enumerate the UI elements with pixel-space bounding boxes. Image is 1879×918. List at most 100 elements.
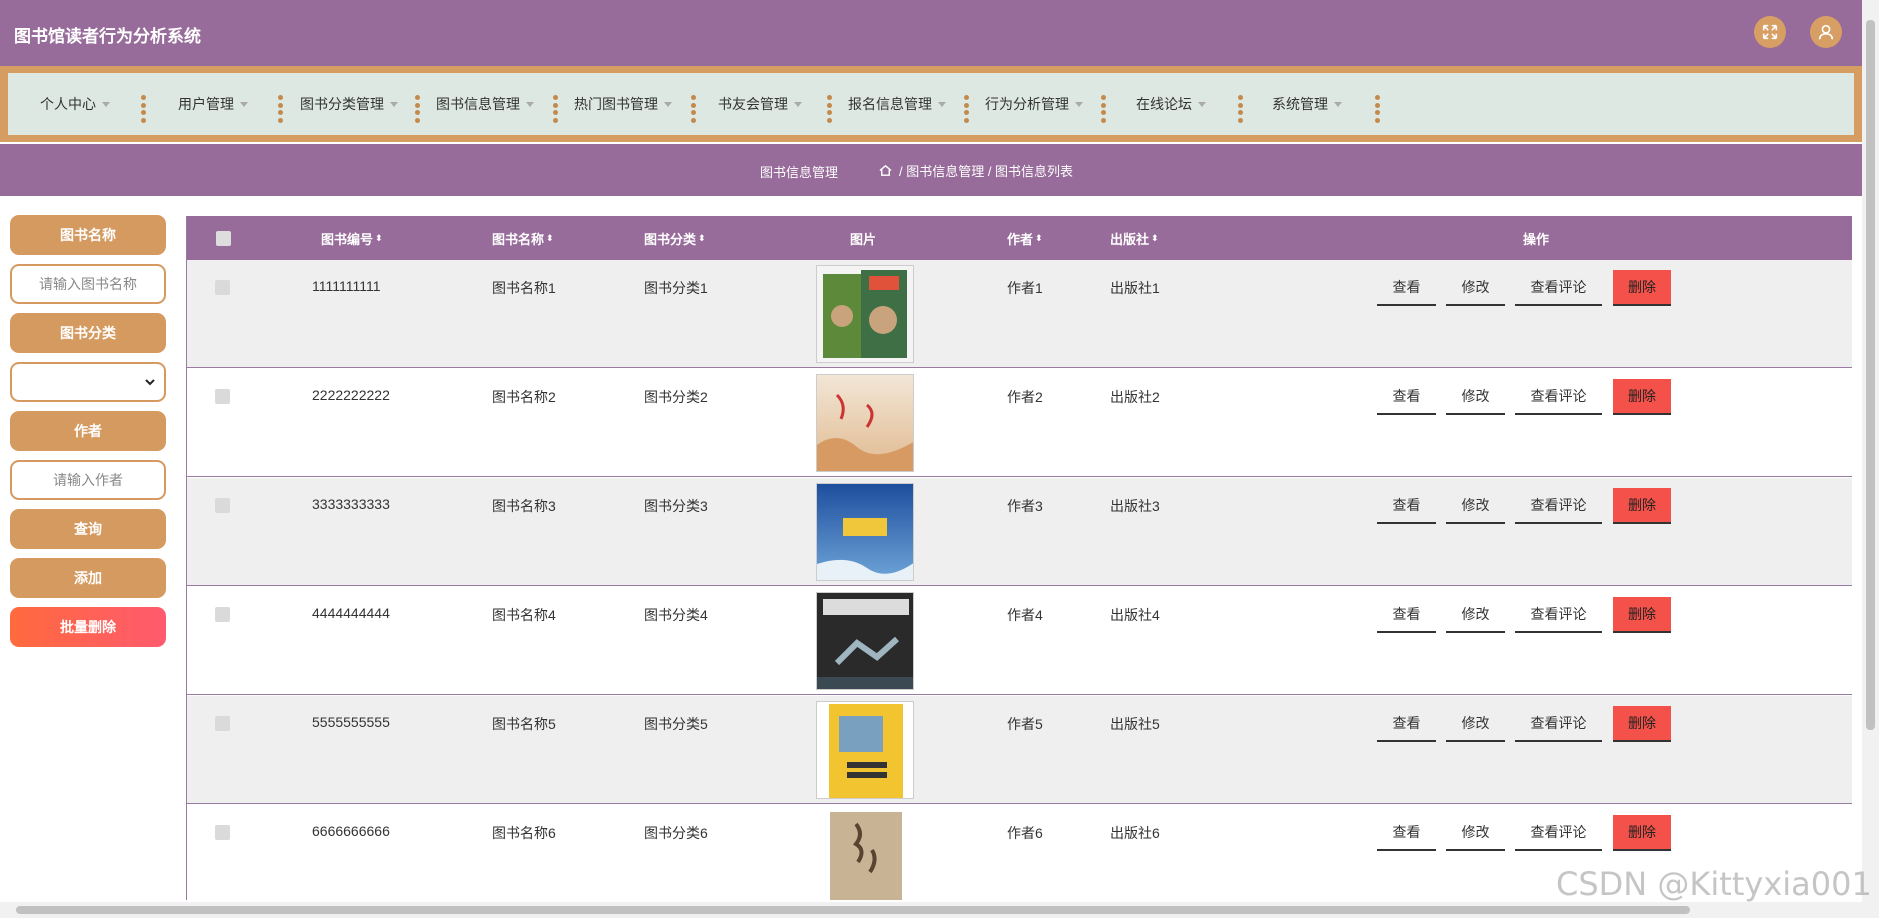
cell-category: 图书分类4 [644, 607, 708, 623]
nav-item-forum[interactable]: 在线论坛 [1136, 73, 1206, 135]
chevron-down-icon [1334, 101, 1342, 107]
nav-separator [1101, 95, 1106, 123]
col-publisher[interactable]: 出版社 ⬍ [1110, 216, 1159, 260]
sort-icon: ⬍ [1151, 232, 1159, 243]
category-select[interactable] [10, 362, 166, 402]
cell-book-no: 6666666666 [312, 823, 390, 839]
delete-button[interactable]: 删除 [1613, 270, 1671, 306]
vertical-scrollbar[interactable] [1862, 0, 1879, 918]
table-row: 3333333333 图书名称3 图书分类3 作者3 出版社3 查看 修改 查看… [187, 478, 1852, 586]
cell-category: 图书分类3 [644, 498, 708, 514]
edit-button[interactable]: 修改 [1446, 270, 1505, 306]
edit-button[interactable]: 修改 [1446, 706, 1505, 742]
view-button[interactable]: 查看 [1377, 706, 1436, 742]
user-button[interactable] [1810, 16, 1842, 48]
view-button[interactable]: 查看 [1377, 488, 1436, 524]
nav-separator [964, 95, 969, 123]
cell-book-name: 图书名称2 [492, 389, 556, 405]
view-button[interactable]: 查看 [1377, 379, 1436, 415]
edit-button[interactable]: 修改 [1446, 379, 1505, 415]
cell-book-no: 2222222222 [312, 387, 390, 403]
add-button[interactable]: 添加 [10, 558, 166, 598]
delete-button[interactable]: 删除 [1613, 597, 1671, 633]
fullscreen-button[interactable] [1754, 16, 1786, 48]
delete-button[interactable]: 删除 [1613, 815, 1671, 851]
book-cover-image [816, 810, 914, 900]
row-checkbox[interactable] [215, 389, 230, 404]
cell-author: 作者5 [1007, 716, 1043, 732]
scrollbar-thumb[interactable] [16, 906, 1690, 914]
cell-book-no: 3333333333 [312, 496, 390, 512]
row-checkbox[interactable] [215, 825, 230, 840]
col-author[interactable]: 作者 ⬍ [1007, 216, 1043, 260]
edit-button[interactable]: 修改 [1446, 488, 1505, 524]
nav-item-book-club[interactable]: 书友会管理 [718, 73, 802, 135]
cell-author: 作者2 [1007, 389, 1043, 405]
cell-publisher: 出版社4 [1110, 607, 1160, 623]
breadcrumb-bar: 图书信息管理 / 图书信息管理 / 图书信息列表 [0, 144, 1862, 196]
row-checkbox[interactable] [215, 607, 230, 622]
breadcrumb-path[interactable]: / 图书信息管理 / 图书信息列表 [899, 161, 1073, 180]
nav-item-hot-books[interactable]: 热门图书管理 [574, 73, 672, 135]
row-checkbox[interactable] [215, 280, 230, 295]
category-label: 图书分类 [10, 313, 166, 353]
nav-separator [691, 95, 696, 123]
query-button[interactable]: 查询 [10, 509, 166, 549]
nav-item-system[interactable]: 系统管理 [1272, 73, 1342, 135]
view-comments-button[interactable]: 查看评论 [1515, 706, 1602, 742]
nav-separator [415, 95, 420, 123]
view-comments-button[interactable]: 查看评论 [1515, 379, 1602, 415]
cell-author: 作者6 [1007, 825, 1043, 841]
delete-button[interactable]: 删除 [1613, 488, 1671, 524]
book-cover-image [816, 483, 914, 581]
horizontal-scrollbar[interactable] [0, 902, 1879, 918]
book-name-label: 图书名称 [10, 215, 166, 255]
view-button[interactable]: 查看 [1377, 597, 1436, 633]
nav-item-behavior-analysis[interactable]: 行为分析管理 [985, 73, 1083, 135]
col-category[interactable]: 图书分类 ⬍ [644, 216, 706, 260]
row-checkbox[interactable] [215, 498, 230, 513]
top-bar: 图书馆读者行为分析系统 [0, 0, 1862, 66]
delete-button[interactable]: 删除 [1613, 706, 1671, 742]
view-button[interactable]: 查看 [1377, 815, 1436, 851]
cell-publisher: 出版社2 [1110, 389, 1160, 405]
table-row: 5555555555 图书名称5 图书分类5 作者5 出版社5 查看 修改 查看… [187, 696, 1852, 804]
chevron-down-icon [526, 101, 534, 107]
scrollbar-thumb[interactable] [1866, 20, 1875, 730]
view-comments-button[interactable]: 查看评论 [1515, 597, 1602, 633]
cell-publisher: 出版社1 [1110, 280, 1160, 296]
table-row: 2222222222 图书名称2 图书分类2 作者2 出版社2 查看 修改 查看… [187, 369, 1852, 477]
book-name-input[interactable]: 请输入图书名称 [10, 264, 166, 304]
nav-item-book-category[interactable]: 图书分类管理 [300, 73, 398, 135]
view-button[interactable]: 查看 [1377, 270, 1436, 306]
nav-item-registration[interactable]: 报名信息管理 [848, 73, 946, 135]
select-all-checkbox[interactable] [216, 231, 231, 246]
delete-button[interactable]: 删除 [1613, 379, 1671, 415]
nav-item-personal[interactable]: 个人中心 [40, 73, 110, 135]
breadcrumb: / 图书信息管理 / 图书信息列表 [878, 161, 1073, 180]
col-book-no[interactable]: 图书编号 ⬍ [321, 216, 383, 260]
batch-delete-button[interactable]: 批量删除 [10, 607, 166, 647]
home-icon[interactable] [878, 163, 893, 178]
view-comments-button[interactable]: 查看评论 [1515, 270, 1602, 306]
row-checkbox[interactable] [215, 716, 230, 731]
author-input[interactable]: 请输入作者 [10, 460, 166, 500]
view-comments-button[interactable]: 查看评论 [1515, 815, 1602, 851]
nav-separator [278, 95, 283, 123]
book-table: 图书编号 ⬍ 图书名称 ⬍ 图书分类 ⬍ 图片 作者 ⬍ 出版社 ⬍ 操作 1111111… [186, 216, 1852, 900]
chevron-down-icon [1075, 101, 1083, 107]
nav-item-users[interactable]: 用户管理 [178, 73, 248, 135]
table-header: 图书编号 ⬍ 图书名称 ⬍ 图书分类 ⬍ 图片 作者 ⬍ 出版社 ⬍ 操作 [187, 216, 1852, 260]
col-actions: 操作 [1523, 231, 1550, 247]
nav-separator [553, 95, 558, 123]
cell-publisher: 出版社6 [1110, 825, 1160, 841]
col-image: 图片 [850, 231, 877, 247]
view-comments-button[interactable]: 查看评论 [1515, 488, 1602, 524]
user-icon [1818, 24, 1834, 40]
edit-button[interactable]: 修改 [1446, 597, 1505, 633]
table-row: 4444444444 图书名称4 图书分类4 作者4 出版社4 查看 修改 查看… [187, 587, 1852, 695]
section-title: 图书信息管理 [760, 165, 839, 180]
nav-item-book-info[interactable]: 图书信息管理 [436, 73, 534, 135]
edit-button[interactable]: 修改 [1446, 815, 1505, 851]
col-book-name[interactable]: 图书名称 ⬍ [492, 216, 554, 260]
